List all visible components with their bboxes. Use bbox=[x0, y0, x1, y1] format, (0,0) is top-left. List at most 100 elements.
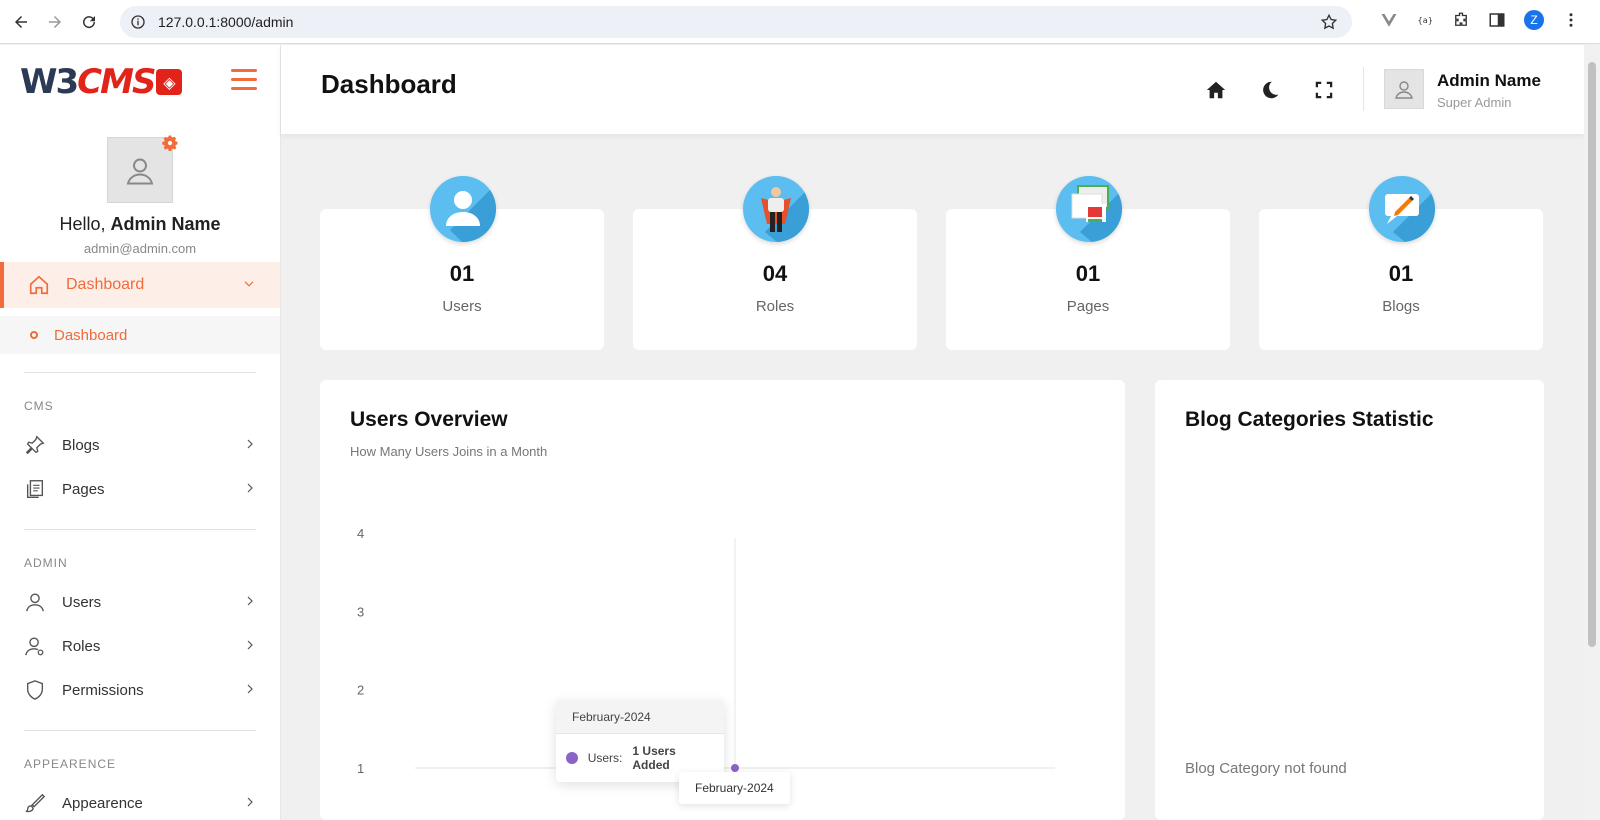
json-extension-icon[interactable]: {a} bbox=[1416, 11, 1434, 29]
stat-label: Users bbox=[442, 298, 482, 315]
blog-categories-panel: Blog Categories Statistic Blog Category … bbox=[1155, 380, 1544, 820]
sidebar-item-label: Roles bbox=[62, 637, 101, 655]
user-placeholder-icon bbox=[1395, 81, 1413, 99]
chart-tooltip: February-2024 Users: 1 Users Added bbox=[556, 700, 724, 782]
data-point[interactable] bbox=[731, 764, 739, 772]
panel-title: Blog Categories Statistic bbox=[1185, 408, 1434, 431]
section-title-appearence: APPEARENCE bbox=[24, 757, 117, 771]
logo-right-text: CMS bbox=[77, 62, 156, 102]
fullscreen-icon[interactable] bbox=[1313, 79, 1335, 101]
stat-value: 01 bbox=[1075, 261, 1101, 286]
sidebar-item-users[interactable]: Users bbox=[0, 580, 280, 624]
laravel-logo-icon: ◈ bbox=[156, 69, 183, 95]
y-tick-label: 2 bbox=[357, 683, 364, 698]
svg-text:{a}: {a} bbox=[1418, 15, 1434, 25]
address-bar[interactable]: 127.0.0.1:8000/admin bbox=[120, 6, 1352, 38]
pages-icon bbox=[26, 480, 44, 498]
shield-icon bbox=[26, 680, 44, 700]
page-title: Dashboard bbox=[321, 69, 457, 99]
y-tick-label: 4 bbox=[357, 526, 364, 541]
sidebar-item-pages[interactable]: Pages bbox=[0, 467, 280, 511]
divider bbox=[24, 372, 256, 373]
sidebar-item-label: Pages bbox=[62, 480, 105, 498]
bullet-icon bbox=[30, 331, 38, 339]
y-tick-label: 3 bbox=[357, 604, 364, 619]
header-divider bbox=[1363, 67, 1364, 111]
stat-card-users[interactable]: 01 Users bbox=[320, 176, 604, 350]
stat-card-roles[interactable]: 04 Roles bbox=[633, 176, 917, 350]
profile-avatar[interactable]: Z bbox=[1524, 10, 1544, 30]
greeting-prefix: Hello, bbox=[59, 214, 111, 234]
url-text: 127.0.0.1:8000/admin bbox=[158, 14, 294, 30]
stat-label: Blogs bbox=[1382, 298, 1420, 315]
sidebar-item-dashboard[interactable]: Dashboard bbox=[0, 262, 280, 308]
info-icon[interactable] bbox=[130, 14, 146, 30]
sidebar-item-label: Dashboard bbox=[66, 276, 145, 293]
tooltip-value: 1 Users Added bbox=[632, 744, 676, 772]
scrollbar-thumb[interactable] bbox=[1588, 62, 1596, 647]
users-stat-icon bbox=[430, 176, 496, 242]
home-outline-icon bbox=[29, 275, 49, 295]
vue-devtools-icon[interactable] bbox=[1380, 11, 1398, 29]
user-icon bbox=[26, 593, 44, 612]
y-tick-label: 1 bbox=[357, 761, 364, 776]
moon-icon[interactable] bbox=[1259, 79, 1281, 101]
chevron-right-icon bbox=[247, 596, 253, 606]
user-placeholder-icon bbox=[126, 158, 154, 185]
divider bbox=[24, 730, 256, 731]
tooltip-title: February-2024 bbox=[556, 700, 724, 734]
user-role-icon bbox=[25, 637, 44, 656]
stat-value: 04 bbox=[762, 261, 788, 286]
bookmark-star-icon[interactable] bbox=[1320, 13, 1338, 31]
header-user-role: Super Admin bbox=[1437, 95, 1512, 110]
chevron-right-icon bbox=[247, 640, 253, 650]
sidebar-item-appearence[interactable]: Appearence bbox=[0, 781, 280, 820]
divider bbox=[24, 529, 256, 530]
sidebar-subitem-label: Dashboard bbox=[54, 326, 128, 344]
logo-row: W3 CMS ◈ bbox=[0, 45, 280, 119]
stat-card-pages[interactable]: 01 Pages bbox=[946, 176, 1230, 350]
top-header: Dashboard Admin Name Super Admin bbox=[281, 45, 1584, 134]
chevron-down-icon bbox=[244, 281, 254, 287]
chevron-right-icon bbox=[247, 483, 253, 493]
tooltip-series-label: Users: bbox=[587, 751, 623, 765]
blogs-stat-icon bbox=[1369, 176, 1435, 242]
forward-button[interactable] bbox=[42, 9, 68, 35]
sidebar-item-label: Blogs bbox=[62, 436, 100, 454]
header-avatar[interactable] bbox=[1384, 69, 1424, 109]
stat-label: Pages bbox=[1066, 298, 1110, 315]
stat-card-blogs[interactable]: 01 Blogs bbox=[1259, 176, 1543, 350]
logo-left-text: W3 bbox=[20, 62, 79, 102]
sidebar: W3 CMS ◈ Hello, Admin Name admin@admin.c… bbox=[0, 45, 280, 820]
reload-button[interactable] bbox=[76, 9, 102, 35]
browser-toolbar: 127.0.0.1:8000/admin {a} Z bbox=[0, 0, 1600, 44]
reload-icon bbox=[83, 15, 96, 28]
arrow-right-icon bbox=[49, 15, 61, 28]
header-actions bbox=[1205, 79, 1335, 101]
x-axis-tooltip: February-2024 bbox=[679, 772, 790, 804]
pages-stat-icon bbox=[1056, 176, 1122, 242]
series-marker-icon bbox=[566, 752, 578, 764]
profile-card: Hello, Admin Name admin@admin.com bbox=[0, 119, 280, 262]
logo[interactable]: W3 CMS ◈ bbox=[20, 62, 183, 102]
greeting: Hello, Admin Name bbox=[0, 214, 280, 235]
arrow-left-icon bbox=[15, 15, 27, 28]
empty-message: Blog Category not found bbox=[1185, 760, 1347, 777]
kebab-menu-icon[interactable] bbox=[1562, 11, 1580, 29]
sidebar-item-label: Users bbox=[62, 593, 102, 611]
header-user-name[interactable]: Admin Name bbox=[1437, 71, 1541, 91]
puzzle-icon[interactable] bbox=[1452, 11, 1470, 29]
sidebar-item-permissions[interactable]: Permissions bbox=[0, 668, 280, 712]
sidebar-item-roles[interactable]: Roles bbox=[0, 624, 280, 668]
side-panel-icon[interactable] bbox=[1488, 11, 1506, 29]
sidebar-item-label: Appearence bbox=[62, 794, 143, 812]
home-icon[interactable] bbox=[1205, 79, 1227, 101]
extension-area: {a} Z bbox=[1380, 10, 1580, 30]
sidebar-subitem-dashboard[interactable]: Dashboard bbox=[0, 316, 280, 354]
hamburger-menu-icon[interactable] bbox=[231, 69, 257, 91]
gear-icon[interactable] bbox=[160, 133, 180, 153]
sidebar-item-blogs[interactable]: Blogs bbox=[0, 423, 280, 467]
back-button[interactable] bbox=[8, 9, 34, 35]
chevron-right-icon bbox=[247, 684, 253, 694]
stat-value: 01 bbox=[449, 261, 475, 286]
